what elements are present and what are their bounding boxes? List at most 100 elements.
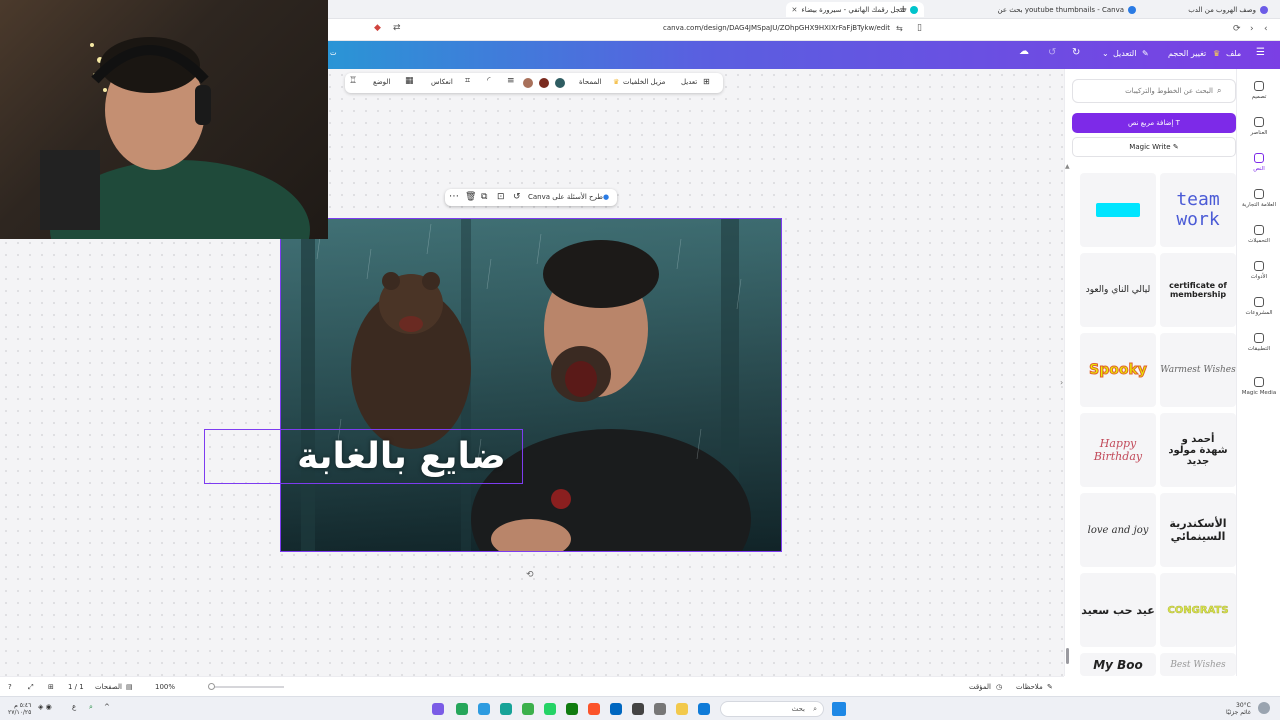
collapse-panel-icon[interactable]: › [1060, 378, 1063, 387]
whatsapp-icon[interactable] [544, 703, 556, 715]
corner-radius-icon[interactable]: ◜ [487, 76, 491, 86]
weather-widget[interactable]: 30°C غائم جزئيًا [1226, 702, 1251, 716]
site-settings-icon[interactable]: ⇆ [896, 24, 903, 33]
hamburger-icon[interactable]: ☰ [1256, 47, 1265, 58]
zoom-slider-handle[interactable] [208, 683, 215, 690]
browser-tab[interactable]: وصف الهروب من الدب [1182, 2, 1274, 17]
rail-item-brand[interactable]: العلامة التجارية [1237, 189, 1280, 208]
tab-search-icon[interactable]: ⇄ [393, 23, 401, 33]
edge-icon[interactable] [698, 703, 710, 715]
app-icon[interactable] [500, 703, 512, 715]
rail-item-elements[interactable]: العناصر [1237, 117, 1280, 136]
back-icon[interactable]: › [1250, 24, 1254, 34]
rail-item-uploads[interactable]: التحميلات [1237, 225, 1280, 244]
bg-remover-button[interactable]: مزيل الخلفيات [623, 78, 665, 86]
font-template-card[interactable]: certificate of membership [1160, 253, 1236, 327]
ask-canva-button[interactable]: طرح الأسئلة على Canva [528, 193, 603, 201]
clock[interactable]: ٥:٤٦ م ٢٧/١٠/٢٥ [8, 702, 31, 716]
font-template-card[interactable]: Warmest Wishes [1160, 333, 1236, 407]
flip-button[interactable]: انعكاس [431, 78, 453, 86]
rail-item-design[interactable]: تصميم [1237, 81, 1280, 100]
font-template-card[interactable] [1080, 173, 1156, 247]
brave-icon[interactable] [588, 703, 600, 715]
tray-chevron-icon[interactable]: ^ [104, 704, 110, 711]
rail-item-text[interactable]: النص [1237, 153, 1280, 172]
rail-item-projects[interactable]: المشروعات [1237, 297, 1280, 316]
font-template-card[interactable]: My Boo [1080, 653, 1156, 676]
xbox-icon[interactable] [566, 703, 578, 715]
font-search-input[interactable]: البحث عن الخطوط والتركيبات [1072, 79, 1236, 103]
undo-icon[interactable]: ↺ [1048, 47, 1056, 58]
font-template-card[interactable]: love and joy [1080, 493, 1156, 567]
reload-icon[interactable]: ⟳ [1233, 24, 1241, 34]
app-icon[interactable] [456, 703, 468, 715]
color-swatch[interactable] [539, 78, 549, 88]
app-icon[interactable] [522, 703, 534, 715]
app-icon[interactable] [432, 703, 444, 715]
browser-tab[interactable]: youtube thumbnails - Canva بحث عن [992, 2, 1142, 17]
rail-item-tools[interactable]: الأدوات [1237, 261, 1280, 280]
font-template-card[interactable]: عيد حب سعيد [1080, 573, 1156, 647]
bookmark-icon[interactable]: ▯ [917, 23, 922, 33]
font-template-card[interactable]: Best Wishes [1160, 653, 1236, 676]
image-toolbar: ⊞ تعديل مزيل الخلفيات ♛ الممحاة ≡ ◜ ⌗ ان… [345, 73, 723, 93]
scroll-up-icon[interactable]: ▲ [1065, 163, 1070, 170]
font-template-card[interactable]: أحمد و شهدة مولود جديد [1160, 413, 1236, 487]
pages-button[interactable]: الصفحات [95, 683, 122, 691]
duplicate-icon[interactable]: ⧉ [481, 192, 487, 202]
redo-icon[interactable]: ↻ [1072, 47, 1080, 58]
delete-icon[interactable]: 🗑 [465, 192, 476, 202]
thumbnail-image[interactable] [280, 218, 782, 552]
crop-icon[interactable]: ⌗ [465, 76, 470, 86]
help-icon[interactable]: ? [8, 683, 12, 691]
network-volume-icon[interactable]: ◈ ◉ [38, 704, 52, 711]
close-tab-icon[interactable]: ✕ [792, 6, 798, 14]
mic-icon[interactable]: ⌕ [89, 704, 93, 711]
url-field[interactable]: canva.com/design/DAG4JMSpaJU/ZOhpGHX9HXI… [560, 24, 890, 36]
app-icon[interactable] [654, 703, 666, 715]
language-icon[interactable]: ع [72, 704, 76, 711]
rail-item-apps[interactable]: التطبيقات [1237, 333, 1280, 352]
eraser-button[interactable]: الممحاة [579, 78, 602, 86]
add-textbox-button[interactable]: T إضافة مربع نص [1072, 113, 1236, 133]
forward-icon[interactable]: ‹ [1264, 24, 1268, 34]
edit-image-button[interactable]: تعديل [681, 78, 697, 86]
font-template-card[interactable]: team work [1160, 173, 1236, 247]
font-template-card[interactable]: CONGRATS [1160, 573, 1236, 647]
rotate-handle-icon[interactable]: ⟲ [526, 570, 534, 580]
extension-icon[interactable]: ◆ [374, 23, 381, 33]
edit-mode-button[interactable]: التعديل [1113, 49, 1136, 58]
timer-button[interactable]: المؤقت [969, 683, 991, 691]
comment-icon[interactable]: ↺ [513, 192, 521, 202]
thumbnail-title-text[interactable]: ضايع بالغابة [280, 429, 523, 484]
panel-scrollbar[interactable] [1066, 648, 1069, 664]
new-tab-button[interactable]: + [893, 2, 913, 17]
app-icon[interactable] [610, 703, 622, 715]
color-swatch[interactable] [555, 78, 565, 88]
notes-button[interactable]: ملاحظات [1016, 683, 1043, 691]
position-button[interactable]: الوضع [373, 78, 390, 86]
more-icon[interactable]: ⋯ [449, 191, 459, 202]
taskbar-search[interactable]: ⌕ بحث [720, 701, 824, 717]
app-icon[interactable] [632, 703, 644, 715]
magic-write-button[interactable]: Magic Write ✎ [1072, 137, 1236, 157]
app-icon[interactable] [478, 703, 490, 715]
transparency-icon[interactable]: ▦ [405, 76, 414, 86]
font-template-card[interactable]: ليالي الناي والعود [1080, 253, 1156, 327]
start-icon[interactable] [832, 702, 846, 716]
file-explorer-icon[interactable] [676, 703, 688, 715]
fullscreen-icon[interactable]: ⤢ [28, 683, 34, 692]
color-swatch[interactable] [523, 78, 533, 88]
rail-item-magic-media[interactable]: Magic Media [1237, 377, 1280, 396]
font-template-card[interactable]: الأسكندرية السينمائي [1160, 493, 1236, 567]
font-template-card[interactable]: Spooky [1080, 333, 1156, 407]
zoom-level[interactable]: 100% [155, 683, 175, 691]
border-style-icon[interactable]: ≡ [507, 76, 515, 86]
zoom-slider[interactable] [210, 686, 284, 688]
file-menu[interactable]: ملف [1226, 49, 1241, 58]
font-template-card[interactable]: Happy Birthday [1080, 413, 1156, 487]
lock-icon[interactable]: ⊡ [497, 192, 505, 202]
grid-view-icon[interactable]: ⊞ [48, 683, 54, 691]
paint-format-icon[interactable]: ♖ [349, 76, 357, 86]
resize-button[interactable]: تغيير الحجم [1168, 49, 1206, 58]
